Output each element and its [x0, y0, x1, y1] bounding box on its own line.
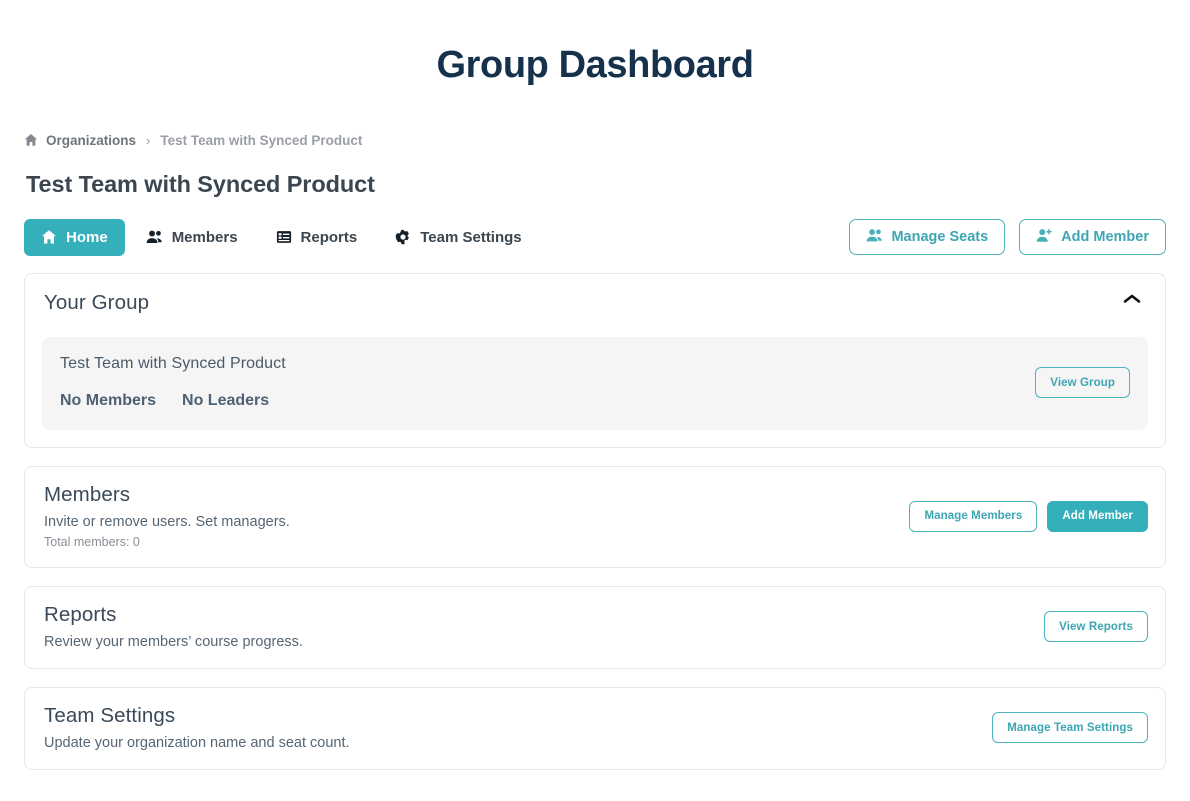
reports-section-card: Reports Review your members’ course prog…: [24, 586, 1166, 669]
reports-section-text: Reports Review your members’ course prog…: [42, 603, 303, 650]
group-members-status: No Members: [60, 392, 156, 410]
breadcrumb-organizations[interactable]: Organizations: [46, 133, 136, 148]
organization-title: Test Team with Synced Product: [26, 171, 1166, 198]
team-settings-section-title: Team Settings: [44, 704, 350, 728]
manage-members-button[interactable]: Manage Members: [909, 501, 1037, 532]
tab-reports-label: Reports: [301, 229, 358, 246]
reports-section-actions: View Reports: [1044, 611, 1148, 642]
people-icon: [866, 228, 883, 247]
tab-reports[interactable]: Reports: [259, 219, 375, 256]
tab-home[interactable]: Home: [24, 219, 125, 256]
reports-section-title: Reports: [44, 603, 303, 627]
group-info: Test Team with Synced Product No Members…: [60, 355, 286, 410]
your-group-card-header: Your Group: [42, 291, 1148, 315]
your-group-title: Your Group: [44, 291, 149, 315]
page-content: Organizations › Test Team with Synced Pr…: [0, 131, 1190, 770]
members-section-card: Members Invite or remove users. Set mana…: [24, 466, 1166, 568]
team-settings-section-actions: Manage Team Settings: [992, 712, 1148, 743]
people-icon: [146, 229, 163, 245]
breadcrumb-separator-icon: ›: [144, 133, 152, 148]
your-group-card: Your Group Test Team with Synced Product…: [24, 273, 1166, 448]
members-section-actions: Manage Members Add Member: [909, 501, 1148, 532]
tab-members[interactable]: Members: [129, 219, 255, 256]
tab-members-label: Members: [172, 229, 238, 246]
group-name: Test Team with Synced Product: [60, 355, 286, 373]
chevron-up-icon: [1122, 293, 1142, 308]
add-member-button[interactable]: Add Member: [1047, 501, 1148, 532]
home-icon: [41, 229, 57, 245]
home-icon: [24, 133, 38, 147]
gear-icon: [395, 229, 411, 245]
list-report-icon: [276, 229, 292, 245]
manage-team-settings-button[interactable]: Manage Team Settings: [992, 712, 1148, 743]
view-group-button[interactable]: View Group: [1035, 367, 1130, 398]
your-group-collapse-button[interactable]: [1116, 291, 1148, 310]
tab-home-label: Home: [66, 229, 108, 246]
reports-section-description: Review your members’ course progress.: [44, 634, 303, 650]
breadcrumb-current: Test Team with Synced Product: [160, 133, 362, 148]
group-leaders-status: No Leaders: [182, 392, 269, 410]
add-member-header-button[interactable]: Add Member: [1019, 219, 1166, 255]
members-section-description: Invite or remove users. Set managers.: [44, 514, 290, 530]
group-stats: No Members No Leaders: [60, 392, 286, 410]
view-reports-button[interactable]: View Reports: [1044, 611, 1148, 642]
group-row: Test Team with Synced Product No Members…: [42, 337, 1148, 430]
tab-row: Home Members: [24, 218, 1166, 256]
tab-team-settings-label: Team Settings: [420, 229, 521, 246]
team-settings-section-description: Update your organization name and seat c…: [44, 735, 350, 751]
members-section-text: Members Invite or remove users. Set mana…: [42, 483, 290, 549]
breadcrumb: Organizations › Test Team with Synced Pr…: [24, 131, 1166, 149]
total-members-count: Total members: 0: [44, 535, 290, 549]
team-settings-section-text: Team Settings Update your organization n…: [42, 704, 350, 751]
add-member-header-label: Add Member: [1061, 229, 1149, 245]
manage-seats-label: Manage Seats: [891, 229, 988, 245]
team-settings-section-card: Team Settings Update your organization n…: [24, 687, 1166, 770]
person-add-icon: [1036, 228, 1053, 247]
tab-list: Home Members: [24, 219, 539, 256]
members-section-title: Members: [44, 483, 290, 507]
manage-seats-button[interactable]: Manage Seats: [849, 219, 1005, 255]
tab-team-settings[interactable]: Team Settings: [378, 219, 538, 256]
header-actions: Manage Seats Add Member: [849, 219, 1166, 255]
page-title: Group Dashboard: [0, 0, 1190, 87]
